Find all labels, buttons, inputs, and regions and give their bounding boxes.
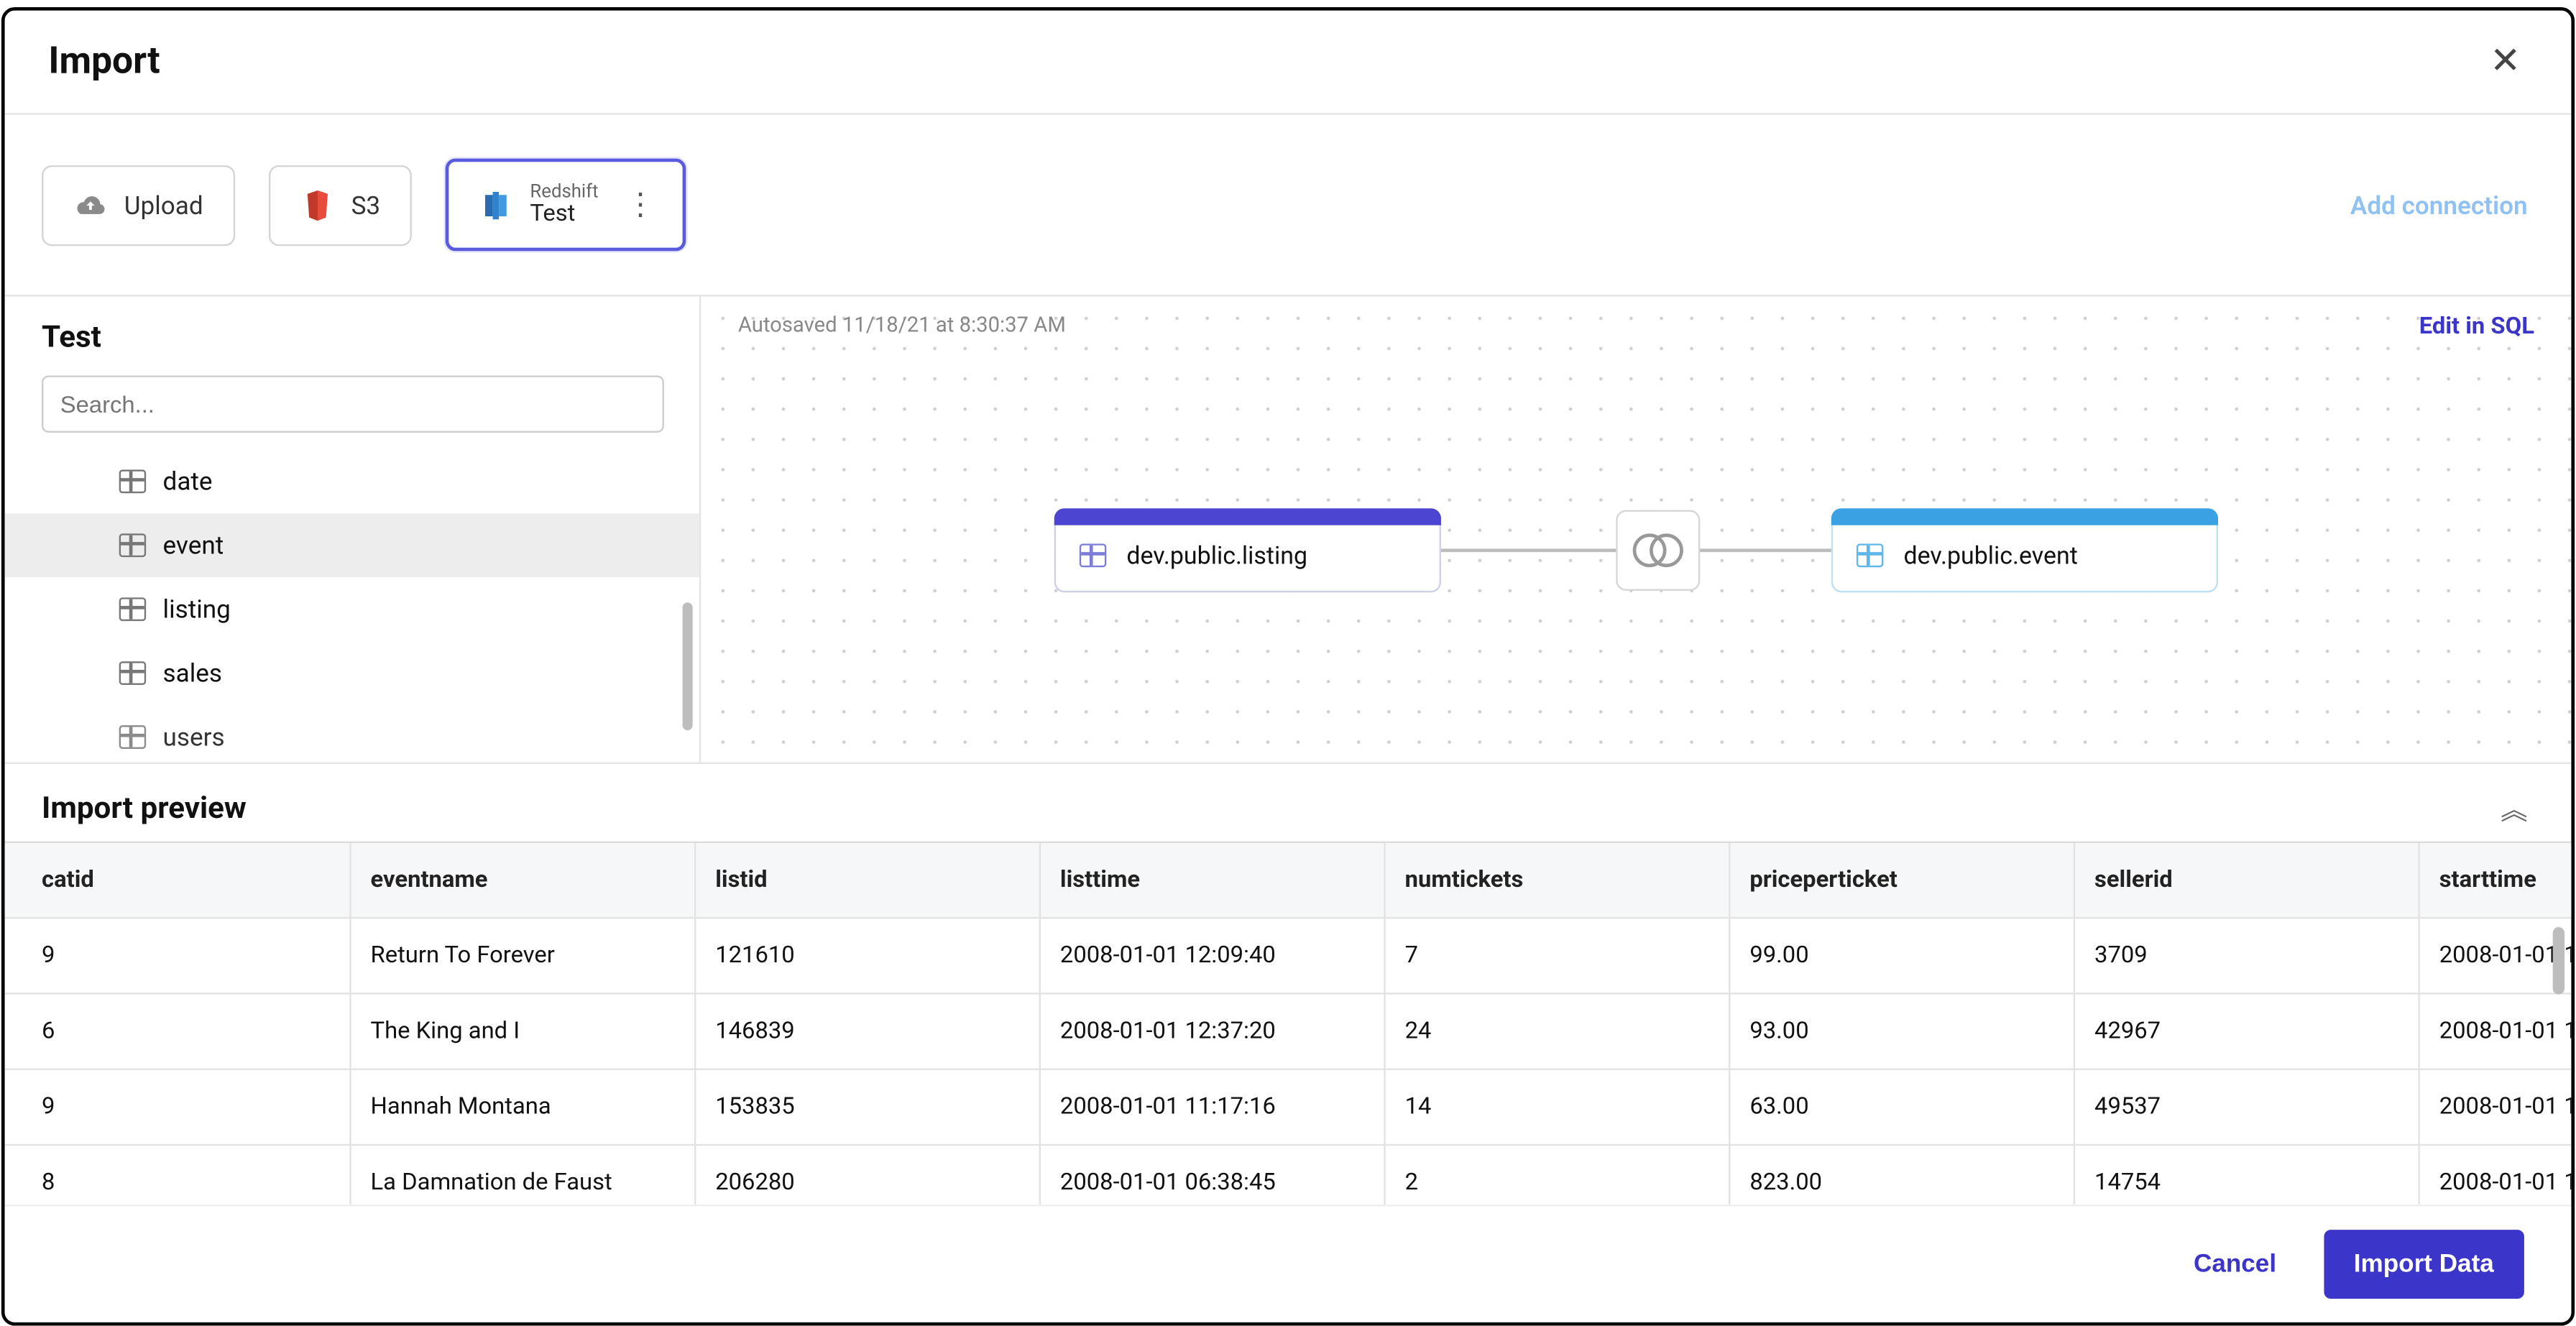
connector-line: [1700, 550, 1831, 553]
sidebar-scrollbar[interactable]: [683, 603, 693, 731]
col-listid[interactable]: listid: [694, 844, 1039, 918]
preview-title: Import preview: [42, 791, 247, 826]
col-priceperticket[interactable]: priceperticket: [1729, 844, 2074, 918]
redshift-icon: [479, 188, 513, 222]
kebab-menu-icon[interactable]: ⋮: [625, 188, 652, 223]
s3-icon: [300, 188, 334, 222]
join-node[interactable]: [1616, 511, 1700, 591]
canvas-area[interactable]: Autosaved 11/18/21 at 8:30:37 AM Edit in…: [701, 298, 2571, 763]
table-icon: [119, 726, 146, 750]
redshift-connection-button[interactable]: Redshift Test ⋮: [446, 159, 686, 252]
node-event[interactable]: dev.public.event: [1831, 509, 2218, 593]
cancel-button[interactable]: Cancel: [2194, 1250, 2276, 1279]
table-item-listing[interactable]: listing: [5, 578, 699, 642]
s3-label: S3: [351, 190, 381, 220]
table-icon: [119, 471, 146, 494]
table-icon: [1080, 545, 1106, 568]
close-icon[interactable]: ✕: [2483, 34, 2528, 89]
venn-icon: [1633, 535, 1683, 568]
redshift-name-label: Test: [530, 203, 598, 229]
edit-sql-link[interactable]: Edit in SQL: [2419, 314, 2534, 341]
table-item-users[interactable]: users: [5, 706, 699, 753]
table-icon: [119, 598, 146, 622]
grid-scrollbar[interactable]: [2553, 928, 2564, 995]
node-listing[interactable]: dev.public.listing: [1054, 509, 1441, 593]
table-icon: [119, 662, 146, 686]
col-listtime[interactable]: listtime: [1039, 844, 1384, 918]
table-row[interactable]: 9Hannah Montana1538352008-01-01 11:17:16…: [5, 1070, 2572, 1146]
col-sellerid[interactable]: sellerid: [2074, 844, 2419, 918]
table-row[interactable]: 9Return To Forever1216102008-01-01 12:09…: [5, 918, 2572, 994]
table-header-row: catid eventname listid listtime numticke…: [5, 844, 2572, 918]
add-connection-link[interactable]: Add connection: [2350, 190, 2528, 220]
table-item-event[interactable]: event: [5, 514, 699, 578]
table-icon: [1857, 545, 1883, 568]
table-row[interactable]: 8La Damnation de Faust2062802008-01-01 0…: [5, 1146, 2572, 1205]
redshift-type-label: Redshift: [530, 182, 598, 202]
upload-button[interactable]: Upload: [42, 165, 235, 245]
connector-line: [1441, 550, 1616, 553]
page-title: Import: [48, 41, 160, 83]
upload-label: Upload: [124, 190, 203, 220]
table-item-date[interactable]: date: [5, 451, 699, 515]
cloud-upload-icon: [74, 188, 108, 222]
col-catid[interactable]: catid: [5, 844, 350, 918]
col-numtickets[interactable]: numtickets: [1384, 844, 1729, 918]
table-icon: [119, 535, 146, 558]
table-item-sales[interactable]: sales: [5, 642, 699, 706]
autosaved-text: Autosaved 11/18/21 at 8:30:37 AM: [738, 314, 1066, 339]
import-data-button[interactable]: Import Data: [2324, 1230, 2524, 1299]
collapse-icon[interactable]: ︽: [2501, 788, 2527, 829]
table-row[interactable]: 6The King and I1468392008-01-01 12:37:20…: [5, 995, 2572, 1070]
preview-table: catid eventname listid listtime numticke…: [5, 842, 2572, 1205]
s3-button[interactable]: S3: [269, 165, 413, 245]
col-starttime[interactable]: starttime: [2418, 844, 2571, 918]
col-eventname[interactable]: eventname: [349, 844, 694, 918]
sidebar-title: Test: [42, 321, 669, 356]
search-input[interactable]: [42, 377, 664, 434]
table-list: date event listing sales users: [5, 451, 699, 763]
